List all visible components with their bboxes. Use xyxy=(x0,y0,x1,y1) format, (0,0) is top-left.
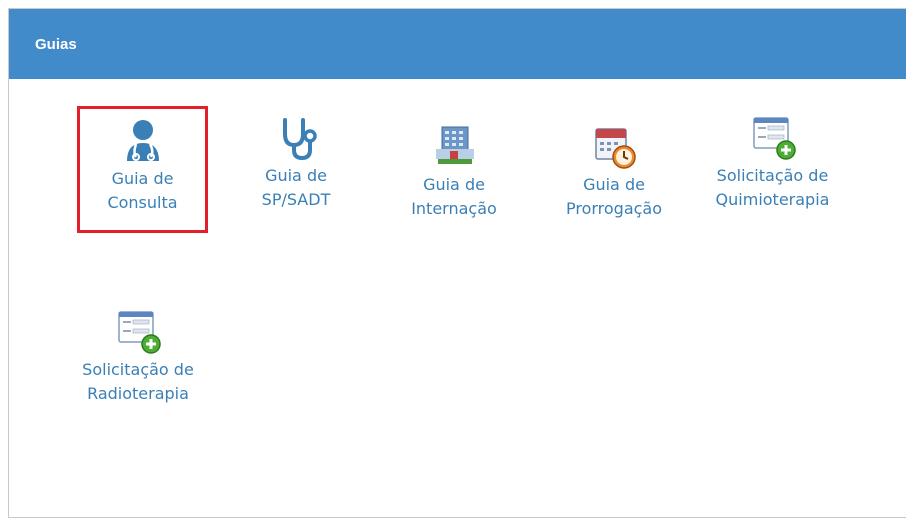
doctor-icon xyxy=(126,120,159,161)
calendar-clock-icon xyxy=(595,128,636,169)
tile-label-line1: Solicitação de xyxy=(82,360,194,379)
tile-guia-prorrogacao[interactable]: Guia de Prorrogação xyxy=(549,121,679,221)
tile-label-line1: Guia de xyxy=(583,175,645,194)
tile-label-line1: Solicitação de xyxy=(716,166,829,185)
hospital-icon xyxy=(436,126,474,164)
tile-label-line1: Guia de xyxy=(111,169,174,188)
tile-label-line2: Radioterapia xyxy=(87,384,189,403)
tile-label-line1: Guia de xyxy=(423,175,485,194)
tile-guia-internacao[interactable]: Guia de Internação xyxy=(389,121,519,221)
tile-label-line2: Internação xyxy=(411,199,497,218)
tile-label-line2: Prorrogação xyxy=(565,199,663,218)
guias-panel: Guias Guia de Consulta Guia de SP/SADT G… xyxy=(8,8,906,518)
tile-guia-consulta[interactable]: Guia de Consulta xyxy=(77,106,208,233)
tile-solicitacao-radioterapia[interactable]: Solicitação de Radioterapia xyxy=(63,306,213,406)
tile-guia-sp-sadt[interactable]: Guia de SP/SADT xyxy=(231,112,361,212)
stethoscope-icon xyxy=(283,118,317,161)
tile-label-line2: Consulta xyxy=(107,193,178,212)
form-add-icon xyxy=(752,117,796,160)
tile-label-line1: Guia de xyxy=(265,166,327,185)
panel-header: Guias xyxy=(9,9,906,79)
panel-title: Guias xyxy=(35,36,77,53)
form-add-icon xyxy=(118,311,161,354)
tile-label-line2: Quimioterapia xyxy=(715,190,830,209)
tile-label-line2: SP/SADT xyxy=(261,190,331,209)
tile-solicitacao-quimioterapia[interactable]: Solicitação de Quimioterapia xyxy=(695,112,850,212)
